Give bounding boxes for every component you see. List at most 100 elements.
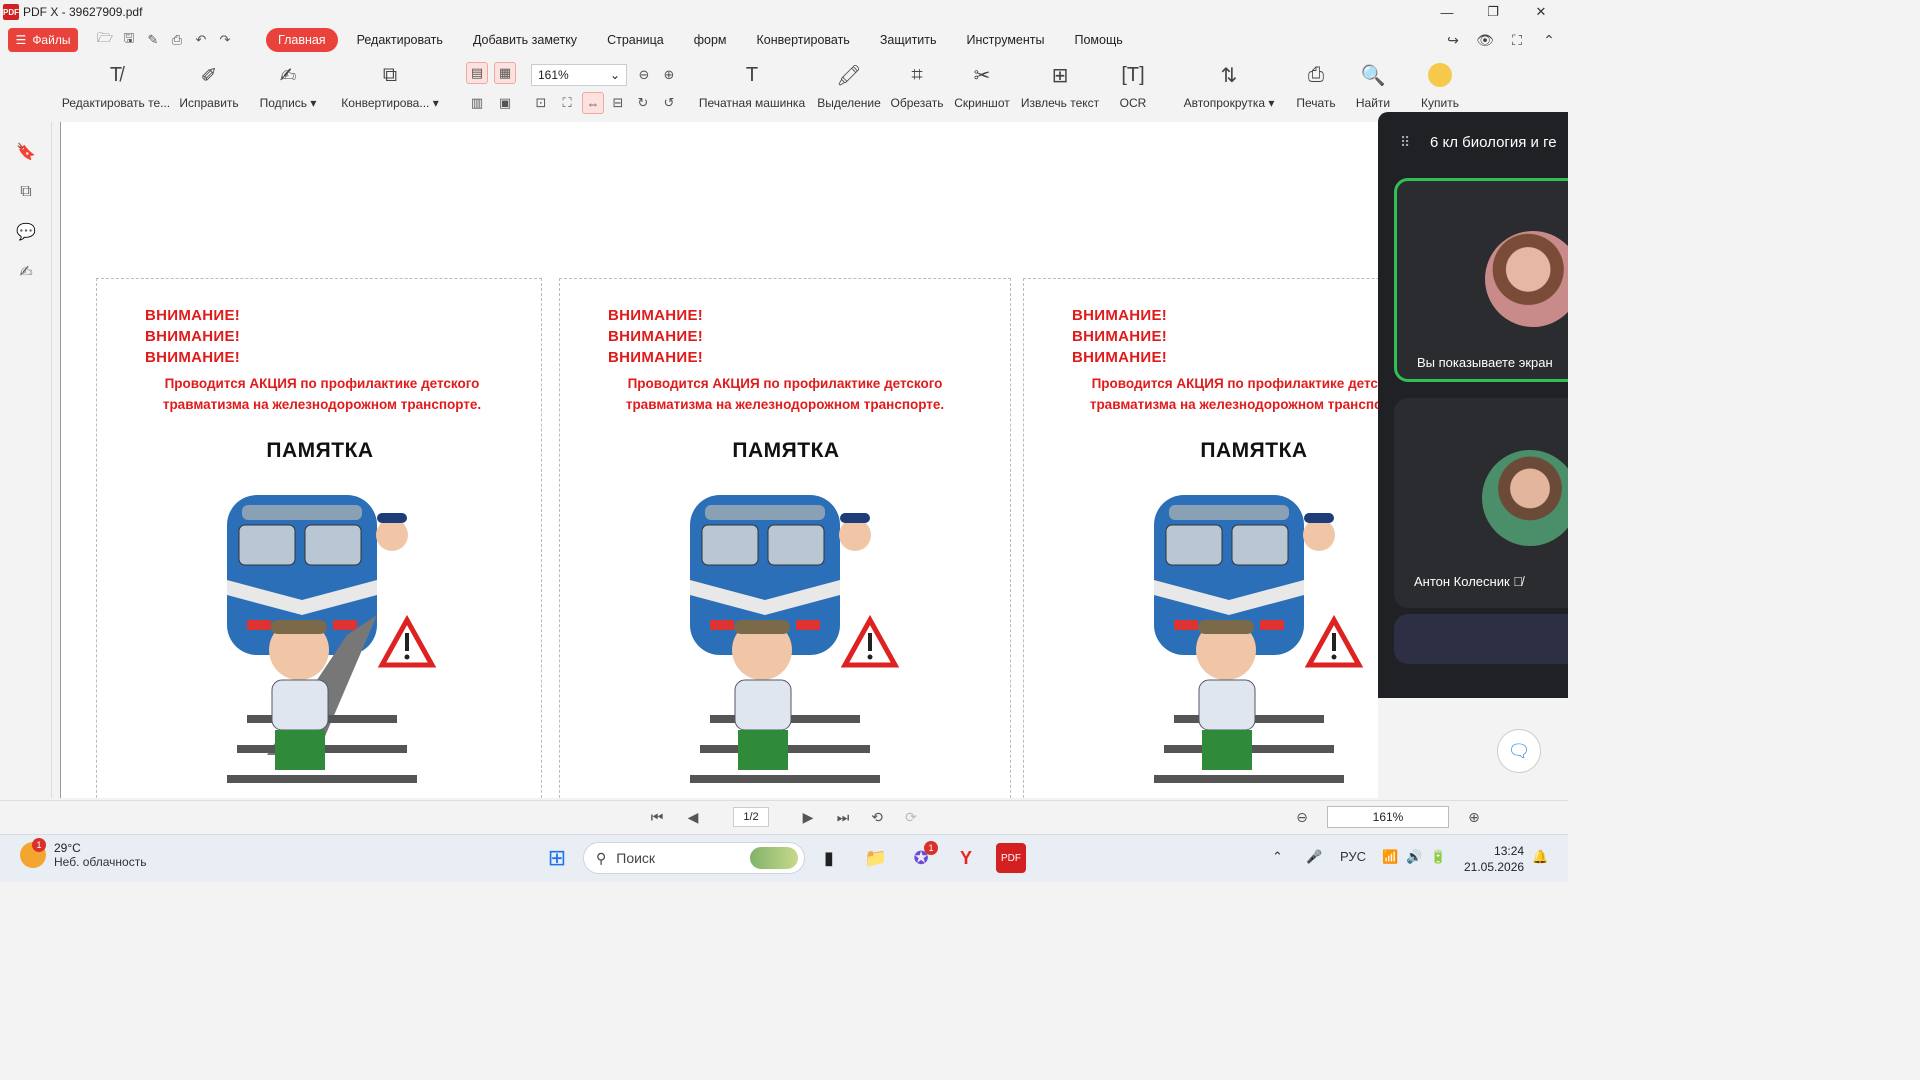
- zoom-out-bottom-icon[interactable]: ⊖: [1292, 807, 1312, 827]
- search-icon: ⚲: [596, 849, 607, 866]
- signatures-panel-icon[interactable]: ✍: [0, 252, 52, 292]
- continuous-view-icon[interactable]: ▦: [494, 62, 516, 84]
- last-page-icon[interactable]: ⏭: [833, 807, 853, 827]
- document-viewport[interactable]: ВНИМАНИЕ! ВНИМАНИЕ! ВНИМАНИЕ! Проводится…: [60, 122, 1378, 798]
- task-view-icon[interactable]: ▮: [814, 843, 844, 873]
- fullscreen-icon[interactable]: ⛶: [1508, 31, 1526, 49]
- microphone-icon[interactable]: 🎤: [1306, 849, 1322, 865]
- participant-tile[interactable]: Антон Колесник 🎙̸: [1394, 398, 1568, 608]
- redo-icon[interactable]: ↷: [216, 31, 234, 49]
- zoom-in-bottom-icon[interactable]: ⊕: [1464, 807, 1484, 827]
- signature-button[interactable]: ✍ Подпись ▾: [257, 60, 319, 116]
- buy-button[interactable]: Купить: [1418, 60, 1462, 116]
- tray-chevron-icon[interactable]: ⌃: [1272, 849, 1283, 865]
- notification-bell-icon[interactable]: 🔔: [1532, 849, 1548, 865]
- minimize-icon[interactable]: —: [1424, 0, 1470, 24]
- comments-icon[interactable]: 💬: [0, 212, 52, 252]
- screenshot-button[interactable]: ✂ Скриншот: [952, 60, 1012, 116]
- typewriter-button[interactable]: T Печатная машинка: [697, 60, 807, 116]
- save-icon[interactable]: 🖫: [120, 30, 138, 49]
- menu-edit[interactable]: Редактировать: [342, 28, 458, 52]
- menu-home[interactable]: Главная: [266, 28, 338, 52]
- weather-widget[interactable]: 1 29°C Неб. облачность: [20, 838, 146, 869]
- convert-button[interactable]: ⧉ Конвертирова... ▾: [337, 60, 443, 116]
- files-menu-button[interactable]: ☰ Файлы: [8, 28, 78, 52]
- wifi-icon[interactable]: 📶: [1382, 849, 1398, 865]
- menu-page[interactable]: Страница: [592, 28, 679, 52]
- fit-page-icon[interactable]: ⛶: [556, 92, 578, 114]
- find-button[interactable]: 🔍 Найти: [1353, 60, 1393, 116]
- participant-tile[interactable]: [1394, 614, 1568, 664]
- chat-assistant-icon[interactable]: 🗨: [1497, 729, 1541, 773]
- chevron-down-icon: ⌄: [609, 68, 620, 82]
- share-icon[interactable]: ↪: [1444, 31, 1462, 49]
- eye-icon[interactable]: 👁: [1476, 31, 1494, 49]
- go-forward-icon[interactable]: ⟳: [901, 807, 921, 827]
- first-page-icon[interactable]: ⏮: [647, 807, 667, 827]
- copilot-icon[interactable]: ✪ 1: [906, 841, 938, 873]
- rotate-ccw-icon[interactable]: ↺: [658, 92, 680, 114]
- zoom-out-icon[interactable]: ⊖: [633, 64, 655, 86]
- print-button[interactable]: ⎙ Печать: [1294, 60, 1338, 116]
- menu-help[interactable]: Помощь: [1059, 28, 1137, 52]
- taskbar: 1 29°C Неб. облачность ⊞ ⚲ Поиск ▮ 📁 ✪ 1 …: [0, 834, 1568, 882]
- participant-tile-self[interactable]: Вы показываете экран: [1394, 178, 1568, 382]
- print-quick-icon[interactable]: ⎙: [168, 31, 186, 49]
- ocr-button[interactable]: [T] OCR: [1114, 60, 1152, 116]
- volume-icon[interactable]: 🔊: [1406, 849, 1422, 865]
- files-label: Файлы: [32, 33, 71, 47]
- zoom-in-icon[interactable]: ⊕: [658, 64, 680, 86]
- menu-add-note[interactable]: Добавить заметку: [458, 28, 592, 52]
- file-explorer-icon[interactable]: 📁: [861, 843, 891, 873]
- page-navigation-bar: ⏮ ◀ 1/2 ▶ ⏭ ⟲ ⟳ ⊖ 161% ⊕: [0, 800, 1568, 832]
- highlight-icon: 🖍: [836, 64, 862, 87]
- actual-size-icon[interactable]: ⊡: [530, 92, 552, 114]
- next-page-icon[interactable]: ▶: [798, 807, 818, 827]
- convert-icon: ⧉: [382, 63, 398, 86]
- windows-start-icon[interactable]: ⊞: [542, 843, 572, 873]
- memo-heading: ПАМЯТКА: [266, 439, 374, 462]
- yandex-browser-icon[interactable]: Y: [951, 843, 981, 873]
- undo-icon[interactable]: ↶: [192, 31, 210, 49]
- two-page-view-icon[interactable]: ▥: [466, 92, 488, 114]
- menu-forms[interactable]: форм: [679, 28, 742, 52]
- bookmark-icon[interactable]: 🔖: [0, 132, 52, 172]
- zoom-select[interactable]: 161% ⌄: [531, 64, 627, 86]
- cover-view-icon[interactable]: ▣: [494, 92, 516, 114]
- go-back-icon[interactable]: ⟲: [867, 807, 887, 827]
- drag-handle-icon[interactable]: ⠿: [1400, 134, 1410, 151]
- crop-icon: ⌗: [911, 63, 923, 86]
- pdf-app-icon[interactable]: PDF: [996, 843, 1026, 873]
- pages-icon[interactable]: ⧉: [0, 172, 52, 212]
- menu-protect[interactable]: Защитить: [865, 28, 952, 52]
- train-illustration: [690, 495, 900, 783]
- warning-line-1: ВНИМАНИЕ!: [145, 307, 241, 324]
- warning-line-1: ВНИМАНИЕ!: [1072, 307, 1168, 324]
- edit-text-button[interactable]: T̸ Редактировать те...: [62, 60, 170, 116]
- fix-button[interactable]: ✐ Исправить: [178, 60, 240, 116]
- rotate-cw-icon[interactable]: ↻: [632, 92, 654, 114]
- battery-icon[interactable]: 🔋: [1430, 849, 1446, 865]
- taskbar-search[interactable]: ⚲ Поиск: [583, 842, 805, 874]
- fit-width-icon[interactable]: ⇔: [582, 92, 604, 114]
- language-indicator[interactable]: РУС: [1340, 849, 1366, 864]
- crop-button[interactable]: ⌗ Обрезать: [887, 60, 947, 116]
- single-page-view-icon[interactable]: ▤: [466, 62, 488, 84]
- autoscroll-button[interactable]: ⇅ Автопрокрутка ▾: [1180, 60, 1278, 116]
- save-as-icon[interactable]: ✎: [144, 31, 162, 49]
- fit-visible-icon[interactable]: ⊟: [607, 92, 629, 114]
- prev-page-icon[interactable]: ◀: [683, 807, 703, 827]
- menu-convert[interactable]: Конвертировать: [742, 28, 865, 52]
- open-folder-icon[interactable]: 🗁: [96, 30, 114, 49]
- screen-share-label: Вы показываете экран: [1417, 355, 1553, 370]
- extract-text-button[interactable]: ⊞ Извлечь текст: [1019, 60, 1101, 116]
- collapse-ribbon-icon[interactable]: ⌃: [1540, 31, 1558, 49]
- train-illustration: [1154, 495, 1364, 783]
- zoom-level-input[interactable]: 161%: [1327, 806, 1449, 828]
- restore-icon[interactable]: ❐: [1470, 0, 1516, 24]
- highlight-button[interactable]: 🖍 Выделение: [817, 60, 881, 116]
- close-icon[interactable]: ✕: [1518, 0, 1564, 24]
- system-clock[interactable]: 13:24 21.05.2026: [1464, 843, 1524, 875]
- menu-tools[interactable]: Инструменты: [952, 28, 1060, 52]
- page-number-input[interactable]: 1/2: [733, 807, 769, 827]
